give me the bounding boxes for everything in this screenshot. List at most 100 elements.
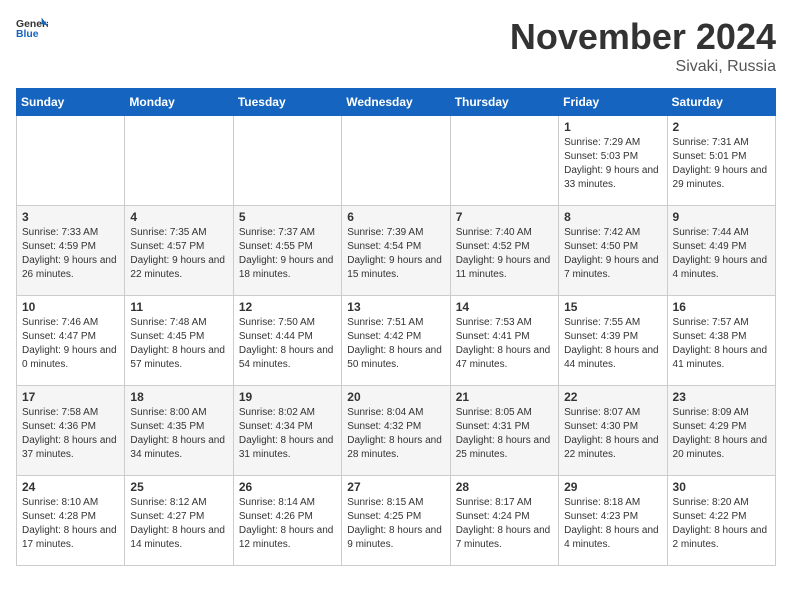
day-info: Sunrise: 7:50 AM Sunset: 4:44 PM Dayligh… bbox=[239, 316, 336, 372]
day-info: Sunrise: 7:55 AM Sunset: 4:39 PM Dayligh… bbox=[564, 316, 661, 372]
day-info: Sunrise: 8:12 AM Sunset: 4:27 PM Dayligh… bbox=[130, 496, 227, 552]
day-info: Sunrise: 7:39 AM Sunset: 4:54 PM Dayligh… bbox=[347, 226, 444, 282]
svg-text:Blue: Blue bbox=[16, 29, 39, 40]
calendar-cell bbox=[17, 116, 125, 206]
day-info: Sunrise: 7:29 AM Sunset: 5:03 PM Dayligh… bbox=[564, 136, 661, 192]
calendar-cell: 7Sunrise: 7:40 AM Sunset: 4:52 PM Daylig… bbox=[450, 206, 558, 296]
calendar-cell bbox=[450, 116, 558, 206]
day-number: 19 bbox=[239, 390, 336, 404]
calendar-table: SundayMondayTuesdayWednesdayThursdayFrid… bbox=[16, 88, 776, 566]
week-row-3: 17 Sunrise: 7:58 AM Sunset: 4:36 PM Dayli… bbox=[17, 386, 776, 476]
calendar-cell: 6 Sunrise: 7:39 AM Sunset: 4:54 PM Daylig… bbox=[342, 206, 450, 296]
calendar-cell bbox=[125, 116, 233, 206]
day-number: 26 bbox=[239, 480, 336, 494]
day-header-thursday: Thursday bbox=[450, 89, 558, 116]
calendar-cell: 3 Sunrise: 7:33 AM Sunset: 4:59 PM Daylig… bbox=[17, 206, 125, 296]
calendar-cell: 8Sunrise: 7:42 AM Sunset: 4:50 PM Daylig… bbox=[559, 206, 667, 296]
day-info: Sunrise: 7:33 AM Sunset: 4:59 PM Dayligh… bbox=[22, 226, 119, 282]
calendar-cell bbox=[233, 116, 341, 206]
day-number: 16 bbox=[673, 300, 770, 314]
day-header-wednesday: Wednesday bbox=[342, 89, 450, 116]
day-info: Sunrise: 8:20 AM Sunset: 4:22 PM Dayligh… bbox=[673, 496, 770, 552]
day-number: 8 bbox=[564, 210, 661, 224]
calendar-cell: 18 Sunrise: 8:00 AM Sunset: 4:35 PM Dayli… bbox=[125, 386, 233, 476]
day-number: 9 bbox=[673, 210, 770, 224]
day-number: 27 bbox=[347, 480, 444, 494]
day-info: Sunrise: 8:05 AM Sunset: 4:31 PM Dayligh… bbox=[456, 406, 553, 462]
logo-icon: General Blue bbox=[16, 16, 48, 40]
day-header-friday: Friday bbox=[559, 89, 667, 116]
day-info: Sunrise: 7:51 AM Sunset: 4:42 PM Dayligh… bbox=[347, 316, 444, 372]
day-number: 4 bbox=[130, 210, 227, 224]
calendar-cell: 19 Sunrise: 8:02 AM Sunset: 4:34 PM Dayli… bbox=[233, 386, 341, 476]
day-number: 2 bbox=[673, 120, 770, 134]
day-header-sunday: Sunday bbox=[17, 89, 125, 116]
day-number: 11 bbox=[130, 300, 227, 314]
day-info: Sunrise: 8:18 AM Sunset: 4:23 PM Dayligh… bbox=[564, 496, 661, 552]
day-info: Sunrise: 7:37 AM Sunset: 4:55 PM Dayligh… bbox=[239, 226, 336, 282]
calendar-header-row: SundayMondayTuesdayWednesdayThursdayFrid… bbox=[17, 89, 776, 116]
day-info: Sunrise: 8:00 AM Sunset: 4:35 PM Dayligh… bbox=[130, 406, 227, 462]
day-number: 25 bbox=[130, 480, 227, 494]
day-info: Sunrise: 8:17 AM Sunset: 4:24 PM Dayligh… bbox=[456, 496, 553, 552]
day-number: 12 bbox=[239, 300, 336, 314]
calendar-cell: 27 Sunrise: 8:15 AM Sunset: 4:25 PM Dayli… bbox=[342, 476, 450, 566]
calendar-cell: 24Sunrise: 8:10 AM Sunset: 4:28 PM Dayli… bbox=[17, 476, 125, 566]
calendar-cell: 20 Sunrise: 8:04 AM Sunset: 4:32 PM Dayli… bbox=[342, 386, 450, 476]
calendar-cell: 16Sunrise: 7:57 AM Sunset: 4:38 PM Dayli… bbox=[667, 296, 775, 386]
calendar-cell: 13 Sunrise: 7:51 AM Sunset: 4:42 PM Dayli… bbox=[342, 296, 450, 386]
day-info: Sunrise: 8:04 AM Sunset: 4:32 PM Dayligh… bbox=[347, 406, 444, 462]
calendar-cell: 1 Sunrise: 7:29 AM Sunset: 5:03 PM Daylig… bbox=[559, 116, 667, 206]
day-info: Sunrise: 8:02 AM Sunset: 4:34 PM Dayligh… bbox=[239, 406, 336, 462]
week-row-4: 24Sunrise: 8:10 AM Sunset: 4:28 PM Dayli… bbox=[17, 476, 776, 566]
location: Sivaki, Russia bbox=[510, 58, 776, 76]
day-info: Sunrise: 7:58 AM Sunset: 4:36 PM Dayligh… bbox=[22, 406, 119, 462]
day-info: Sunrise: 7:31 AM Sunset: 5:01 PM Dayligh… bbox=[673, 136, 770, 192]
week-row-2: 10 Sunrise: 7:46 AM Sunset: 4:47 PM Dayli… bbox=[17, 296, 776, 386]
calendar-cell: 9 Sunrise: 7:44 AM Sunset: 4:49 PM Daylig… bbox=[667, 206, 775, 296]
calendar-cell: 10 Sunrise: 7:46 AM Sunset: 4:47 PM Dayli… bbox=[17, 296, 125, 386]
day-info: Sunrise: 7:53 AM Sunset: 4:41 PM Dayligh… bbox=[456, 316, 553, 372]
day-info: Sunrise: 7:35 AM Sunset: 4:57 PM Dayligh… bbox=[130, 226, 227, 282]
calendar-cell: 22Sunrise: 8:07 AM Sunset: 4:30 PM Dayli… bbox=[559, 386, 667, 476]
calendar-cell: 12 Sunrise: 7:50 AM Sunset: 4:44 PM Dayli… bbox=[233, 296, 341, 386]
calendar-cell: 21 Sunrise: 8:05 AM Sunset: 4:31 PM Dayli… bbox=[450, 386, 558, 476]
day-number: 30 bbox=[673, 480, 770, 494]
day-info: Sunrise: 8:15 AM Sunset: 4:25 PM Dayligh… bbox=[347, 496, 444, 552]
page-header: General Blue November 2024 Sivaki, Russi… bbox=[16, 16, 776, 76]
day-number: 3 bbox=[22, 210, 119, 224]
day-header-saturday: Saturday bbox=[667, 89, 775, 116]
day-number: 21 bbox=[456, 390, 553, 404]
title-block: November 2024 Sivaki, Russia bbox=[510, 16, 776, 76]
calendar-cell: 28 Sunrise: 8:17 AM Sunset: 4:24 PM Dayli… bbox=[450, 476, 558, 566]
day-number: 29 bbox=[564, 480, 661, 494]
calendar-cell: 11 Sunrise: 7:48 AM Sunset: 4:45 PM Dayli… bbox=[125, 296, 233, 386]
calendar-cell: 15 Sunrise: 7:55 AM Sunset: 4:39 PM Dayli… bbox=[559, 296, 667, 386]
day-header-monday: Monday bbox=[125, 89, 233, 116]
day-number: 28 bbox=[456, 480, 553, 494]
calendar-cell bbox=[342, 116, 450, 206]
calendar-cell: 17 Sunrise: 7:58 AM Sunset: 4:36 PM Dayli… bbox=[17, 386, 125, 476]
day-number: 23 bbox=[673, 390, 770, 404]
day-info: Sunrise: 7:44 AM Sunset: 4:49 PM Dayligh… bbox=[673, 226, 770, 282]
calendar-cell: 4 Sunrise: 7:35 AM Sunset: 4:57 PM Daylig… bbox=[125, 206, 233, 296]
day-number: 6 bbox=[347, 210, 444, 224]
day-number: 15 bbox=[564, 300, 661, 314]
day-info: Sunrise: 7:46 AM Sunset: 4:47 PM Dayligh… bbox=[22, 316, 119, 372]
calendar-cell: 29 Sunrise: 8:18 AM Sunset: 4:23 PM Dayli… bbox=[559, 476, 667, 566]
calendar-cell: 26 Sunrise: 8:14 AM Sunset: 4:26 PM Dayli… bbox=[233, 476, 341, 566]
day-number: 17 bbox=[22, 390, 119, 404]
day-number: 18 bbox=[130, 390, 227, 404]
day-info: Sunrise: 8:14 AM Sunset: 4:26 PM Dayligh… bbox=[239, 496, 336, 552]
day-number: 1 bbox=[564, 120, 661, 134]
calendar-body: 1 Sunrise: 7:29 AM Sunset: 5:03 PM Daylig… bbox=[17, 116, 776, 566]
calendar-cell: 5Sunrise: 7:37 AM Sunset: 4:55 PM Daylig… bbox=[233, 206, 341, 296]
week-row-0: 1 Sunrise: 7:29 AM Sunset: 5:03 PM Daylig… bbox=[17, 116, 776, 206]
calendar-cell: 14Sunrise: 7:53 AM Sunset: 4:41 PM Dayli… bbox=[450, 296, 558, 386]
day-number: 10 bbox=[22, 300, 119, 314]
day-info: Sunrise: 7:48 AM Sunset: 4:45 PM Dayligh… bbox=[130, 316, 227, 372]
day-number: 24 bbox=[22, 480, 119, 494]
day-number: 13 bbox=[347, 300, 444, 314]
day-number: 20 bbox=[347, 390, 444, 404]
calendar-cell: 25 Sunrise: 8:12 AM Sunset: 4:27 PM Dayli… bbox=[125, 476, 233, 566]
